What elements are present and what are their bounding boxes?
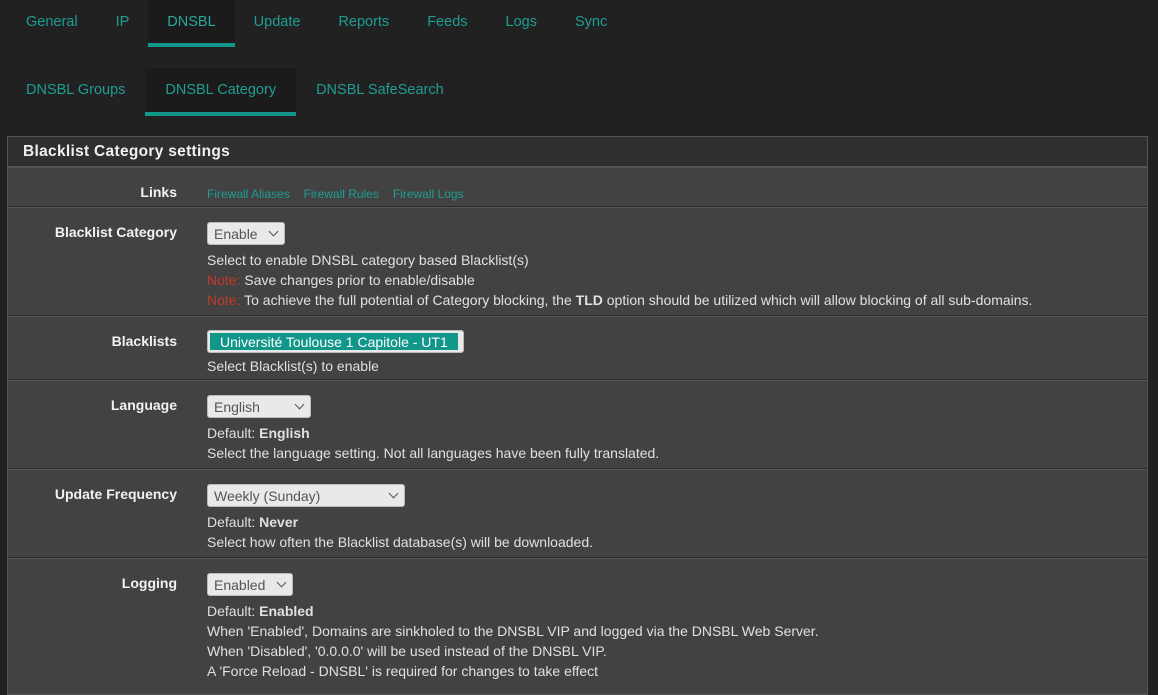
blacklist-category-select[interactable]: Enable (207, 222, 285, 245)
language-default: Default: English (207, 423, 659, 443)
link-firewall-rules[interactable]: Firewall Rules (304, 187, 379, 201)
tab-update[interactable]: Update (235, 0, 320, 47)
tab-logs[interactable]: Logs (487, 0, 556, 47)
tab-dnsbl-safesearch[interactable]: DNSBL SafeSearch (296, 68, 464, 116)
tab-dnsbl[interactable]: DNSBL (148, 0, 235, 47)
tab-general[interactable]: General (0, 0, 97, 47)
blacklists-selected-chip[interactable]: Université Toulouse 1 Capitole - UT1 (210, 333, 458, 350)
sub-tabs: DNSBL Groups DNSBL Category DNSBL SafeSe… (0, 68, 464, 116)
logging-help-2: When 'Disabled', '0.0.0.0' will be used … (207, 643, 607, 659)
update-frequency-row: Update Frequency Weekly (Sunday) Default… (8, 469, 1147, 558)
tab-reports[interactable]: Reports (319, 0, 408, 47)
note-label: Note: (207, 292, 241, 308)
blacklists-label: Blacklists (111, 333, 177, 349)
tab-dnsbl-groups[interactable]: DNSBL Groups (0, 68, 145, 116)
default-label: Default: (207, 425, 260, 441)
logging-help-3: A 'Force Reload - DNSBL' is required for… (207, 663, 599, 679)
settings-panel: Blacklist Category settings Links Firewa… (7, 136, 1148, 695)
logging-select[interactable]: Enabled (207, 573, 293, 596)
tab-sync[interactable]: Sync (556, 0, 626, 47)
default-label: Default: (207, 514, 260, 530)
update-frequency-label: Update Frequency (54, 486, 177, 502)
default-value: Never (259, 514, 299, 530)
language-content: English Default: English Select the lang… (207, 395, 659, 463)
update-frequency-dropdown[interactable]: Weekly (Sunday) (207, 484, 405, 507)
panel-title: Blacklist Category settings (8, 137, 1147, 167)
update-frequency-select[interactable]: Weekly (Sunday) (207, 484, 405, 507)
default-value: English (259, 425, 310, 441)
blacklists-multiselect[interactable]: Université Toulouse 1 Capitole - UT1 (207, 330, 464, 353)
update-frequency-default: Default: Never (207, 512, 593, 532)
blacklist-category-content: Enable Select to enable DNSBL category b… (207, 222, 1032, 310)
link-firewall-logs[interactable]: Firewall Logs (393, 187, 464, 201)
main-tabs: General IP DNSBL Update Reports Feeds Lo… (0, 0, 626, 48)
note-text: Save changes prior to enable/disable (244, 272, 475, 288)
language-help: Select the language setting. Not all lan… (207, 445, 660, 461)
link-firewall-aliases[interactable]: Firewall Aliases (207, 187, 290, 201)
logging-label: Logging (121, 575, 177, 591)
blacklist-category-dropdown[interactable]: Enable (207, 222, 285, 245)
links-label: Links (140, 184, 177, 200)
logging-row: Logging Enabled Default: Enabled When 'E… (8, 558, 1147, 687)
tab-dnsbl-category[interactable]: DNSBL Category (145, 68, 297, 116)
update-frequency-content: Weekly (Sunday) Default: Never Select ho… (207, 484, 593, 552)
tab-feeds[interactable]: Feeds (408, 0, 486, 47)
language-dropdown[interactable]: English (207, 395, 311, 418)
blacklists-row: Blacklists Université Toulouse 1 Capitol… (8, 316, 1147, 380)
logging-default: Default: Enabled (207, 601, 819, 621)
note-tld-bold: TLD (575, 292, 603, 308)
logging-help-1: When 'Enabled', Domains are sinkholed to… (207, 623, 819, 639)
default-label: Default: (207, 603, 260, 619)
language-select[interactable]: English (207, 395, 311, 418)
blacklist-category-help: Select to enable DNSBL category based Bl… (207, 252, 529, 268)
blacklist-category-row: Blacklist Category Enable Select to enab… (8, 207, 1147, 316)
links-row: Links Firewall Aliases Firewall Rules Fi… (8, 167, 1147, 207)
blacklists-help: Select Blacklist(s) to enable (207, 358, 379, 374)
logging-dropdown[interactable]: Enabled (207, 573, 293, 596)
note-label: Note: (207, 272, 241, 288)
note-tld: Note: To achieve the full potential of C… (207, 290, 1032, 310)
blacklists-content: Université Toulouse 1 Capitole - UT1 Sel… (207, 330, 464, 376)
language-label: Language (110, 397, 177, 413)
blacklist-category-label: Blacklist Category (54, 224, 177, 240)
logging-content: Enabled Default: Enabled When 'Enabled',… (207, 573, 819, 681)
note-save-changes: Note: Save changes prior to enable/disab… (207, 270, 1032, 290)
links-group: Firewall Aliases Firewall Rules Firewall… (207, 185, 474, 201)
default-value: Enabled (259, 603, 314, 619)
note-tld-pre: To achieve the full potential of Categor… (244, 292, 576, 308)
language-row: Language English Default: English Select… (8, 380, 1147, 469)
note-tld-post: option should be utilized which will all… (602, 292, 1033, 308)
update-frequency-help: Select how often the Blacklist database(… (207, 534, 593, 550)
tab-ip[interactable]: IP (97, 0, 149, 47)
